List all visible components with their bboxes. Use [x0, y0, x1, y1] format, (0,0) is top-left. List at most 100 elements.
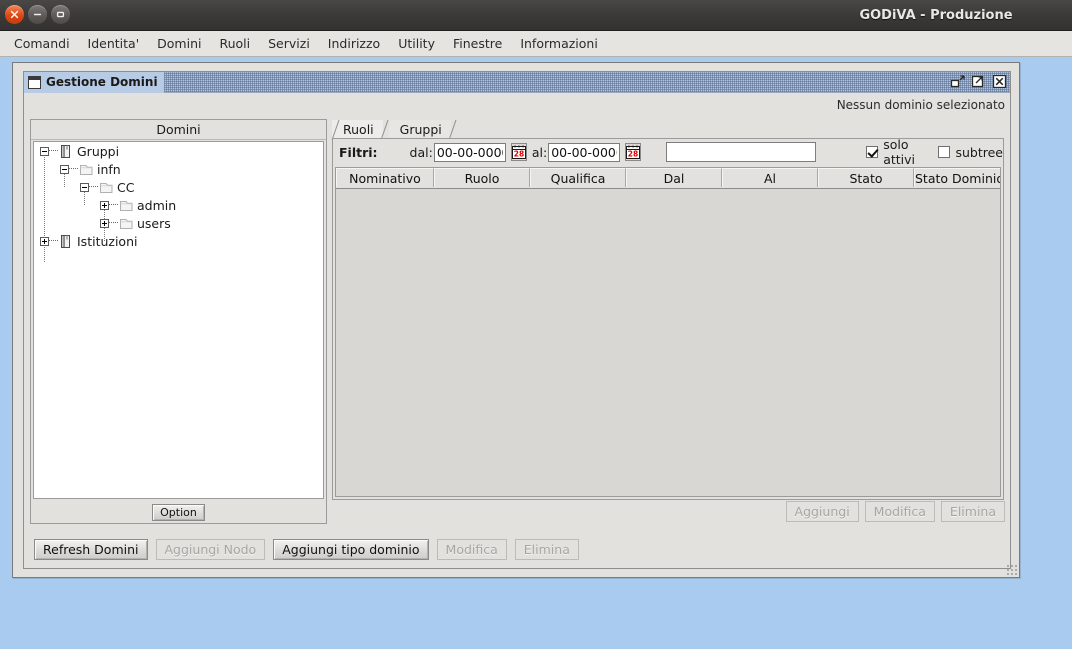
column-header-ruolo[interactable]: Ruolo	[434, 168, 530, 187]
column-header-dal[interactable]: Dal	[626, 168, 722, 187]
tree-connector	[69, 168, 78, 170]
tree-connector	[109, 222, 118, 224]
internal-window-title-bar[interactable]: Gestione Domini	[24, 71, 1010, 93]
close-icon[interactable]	[992, 74, 1007, 89]
column-header-stato-dominio[interactable]: Stato Dominio	[914, 168, 1000, 187]
option-button[interactable]: Option	[152, 503, 205, 521]
elimina-button[interactable]: Elimina	[940, 500, 1005, 522]
table-body-empty[interactable]	[336, 189, 1000, 496]
date-from-input[interactable]	[433, 142, 506, 162]
maximize-icon[interactable]	[51, 5, 70, 24]
folder-icon	[98, 180, 114, 195]
internal-window-controls	[950, 74, 1007, 89]
minimize-icon[interactable]	[28, 5, 47, 24]
book-icon	[58, 234, 74, 249]
menu-item-identita[interactable]: Identita'	[79, 33, 149, 54]
date-to-label: al:	[531, 144, 548, 160]
modifica-button[interactable]: Modifica	[864, 500, 935, 522]
tree-panel-footer: Option	[31, 501, 326, 523]
menu-bar: Comandi Identita' Domini Ruoli Servizi I…	[0, 31, 1072, 57]
book-icon	[58, 144, 74, 159]
os-window-controls	[5, 5, 70, 24]
elimina-nodo-button[interactable]: Elimina	[514, 539, 579, 560]
internal-window-body: Nessun dominio selezionato Domini Gruppi…	[24, 93, 1010, 568]
right-detail-panel: Ruoli Gruppi Filtri: dal: 00-00-0000 28 …	[331, 119, 1005, 524]
tree-node-infn[interactable]: infn	[34, 160, 323, 178]
tree-connector	[89, 186, 98, 188]
window-icon	[28, 75, 41, 89]
tree-node-cc[interactable]: CC	[34, 178, 323, 196]
search-input[interactable]	[666, 142, 817, 162]
detail-action-buttons: Aggiungi Modifica Elimina	[333, 499, 1005, 523]
aggiungi-nodo-button[interactable]: Aggiungi Nodo	[155, 539, 266, 560]
tree-expander-minus-icon[interactable]	[40, 146, 49, 156]
tree-node-label: users	[137, 215, 171, 231]
date-to-input[interactable]	[548, 142, 621, 162]
calendar-icon-to[interactable]: 28	[625, 143, 642, 161]
column-header-stato[interactable]: Stato	[818, 168, 914, 187]
checkbox-box[interactable]	[938, 146, 951, 158]
os-title-bar: GODiVA - Produzione	[0, 0, 1072, 31]
restore-icon[interactable]	[950, 74, 965, 89]
checkbox-subtree[interactable]: subtree	[938, 145, 1003, 160]
tree-connector	[49, 240, 58, 242]
column-header-nominativo[interactable]: Nominativo	[336, 168, 434, 187]
tree-node-istituzioni[interactable]: Istituzioni	[34, 232, 323, 250]
menu-item-utility[interactable]: Utility	[389, 33, 444, 54]
folder-icon	[118, 216, 134, 231]
aggiungi-tipo-dominio-button[interactable]: Aggiungi tipo dominio	[273, 539, 429, 560]
checkbox-solo-attivi[interactable]: solo attivi	[866, 137, 916, 167]
resize-grip[interactable]	[1006, 564, 1018, 576]
tree-node-admin[interactable]: admin	[34, 196, 323, 214]
menu-item-domini[interactable]: Domini	[148, 33, 210, 54]
internal-window-title: Gestione Domini	[46, 75, 158, 89]
menu-item-finestre[interactable]: Finestre	[444, 33, 511, 54]
tree-expander-plus-icon[interactable]	[100, 200, 109, 210]
tab-ruoli[interactable]: Ruoli	[331, 120, 389, 140]
table-header-row: Nominativo Ruolo Qualifica Dal Al Stato …	[336, 168, 1000, 189]
tree-node-users[interactable]: users	[34, 214, 323, 232]
filters-row: Filtri: dal: 28 al:	[333, 137, 1003, 167]
checkbox-label: solo attivi	[883, 137, 915, 167]
tree-node-label: Istituzioni	[77, 233, 138, 249]
domini-tree-panel: Domini Gruppi infn CC admin users Istitu…	[30, 119, 327, 524]
menu-item-informazioni[interactable]: Informazioni	[511, 33, 607, 54]
tree-node-gruppi[interactable]: Gruppi	[34, 142, 323, 160]
menu-item-servizi[interactable]: Servizi	[259, 33, 319, 54]
refresh-domini-button[interactable]: Refresh Domini	[34, 539, 148, 560]
tree-expander-minus-icon[interactable]	[80, 182, 89, 192]
ruoli-tab-panel: Filtri: dal: 28 al:	[332, 137, 1005, 522]
close-icon[interactable]	[5, 5, 24, 24]
menu-item-indirizzo[interactable]: Indirizzo	[319, 33, 389, 54]
tree-panel-header: Domini	[31, 120, 326, 140]
tab-edge	[331, 120, 340, 140]
tree-node-label: CC	[117, 179, 135, 195]
tree-expander-plus-icon[interactable]	[40, 236, 49, 246]
tree-connector	[49, 150, 58, 152]
domini-tree[interactable]: Gruppi infn CC admin users Istituzioni	[33, 141, 324, 499]
tab-bar: Ruoli Gruppi	[331, 119, 1004, 140]
tree-expander-plus-icon[interactable]	[100, 218, 109, 228]
menu-item-comandi[interactable]: Comandi	[5, 33, 79, 54]
application-desktop-pane: Gestione Domini Nessun dominio seleziona…	[12, 62, 1020, 578]
column-header-al[interactable]: Al	[722, 168, 818, 187]
tab-edge	[448, 120, 457, 140]
aggiungi-button[interactable]: Aggiungi	[785, 500, 859, 522]
maximize-icon[interactable]	[971, 74, 986, 89]
folder-icon	[78, 162, 94, 177]
modifica-nodo-button[interactable]: Modifica	[436, 539, 507, 560]
tree-node-label: admin	[137, 197, 177, 213]
ruoli-table: Nominativo Ruolo Qualifica Dal Al Stato …	[335, 167, 1001, 497]
tree-expander-minus-icon[interactable]	[60, 164, 69, 174]
tab-gruppi[interactable]: Gruppi	[388, 120, 457, 140]
checkbox-box[interactable]	[866, 146, 879, 158]
internal-window-gestione-domini: Gestione Domini Nessun dominio seleziona…	[23, 71, 1011, 569]
checkbox-label: subtree	[955, 144, 1003, 160]
folder-icon	[118, 198, 134, 213]
svg-text:28: 28	[628, 150, 638, 159]
internal-window-title-block: Gestione Domini	[24, 71, 164, 93]
column-header-qualifica[interactable]: Qualifica	[530, 168, 626, 187]
tab-edge	[380, 120, 389, 140]
menu-item-ruoli[interactable]: Ruoli	[210, 33, 259, 54]
calendar-icon-from[interactable]: 28	[510, 143, 527, 161]
